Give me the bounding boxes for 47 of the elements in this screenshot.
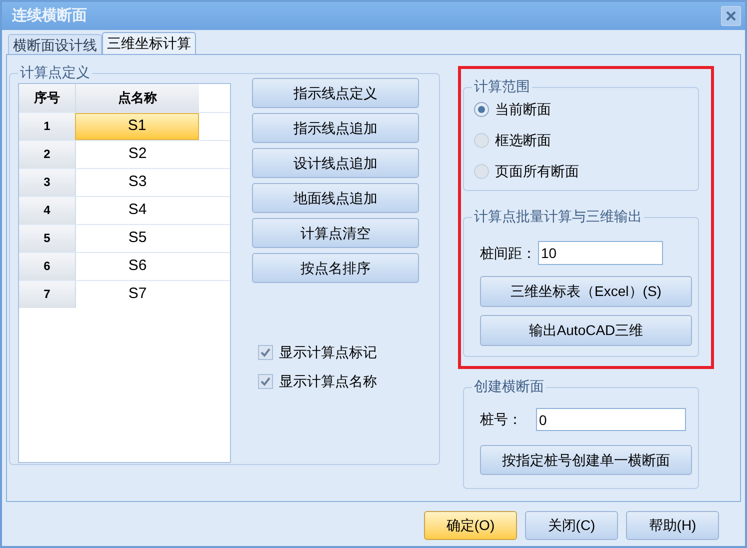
row-header: 2 — [19, 141, 75, 168]
tab[interactable]: 横断面设计线 — [8, 34, 102, 54]
action-button[interactable]: 按指定桩号创建单一横断面 — [480, 445, 692, 475]
checkbox[interactable] — [258, 345, 273, 360]
action-button[interactable]: 计算点清空 — [252, 218, 419, 248]
close-button[interactable] — [721, 6, 741, 26]
checkbox-label: 显示计算点名称 — [279, 372, 377, 391]
action-button[interactable]: 地面线点追加 — [252, 183, 419, 213]
row-header: 6 — [19, 253, 75, 280]
row-header: 7 — [19, 281, 75, 308]
close-icon — [726, 11, 736, 21]
action-button[interactable]: 输出AutoCAD三维 — [480, 315, 692, 346]
tab[interactable]: 三维坐标计算 — [102, 32, 196, 54]
row-header: 3 — [19, 169, 75, 196]
radio-label: 页面所有断面 — [495, 162, 579, 180]
table-cell[interactable]: S1 — [75, 113, 199, 140]
field-label: 桩间距： — [480, 244, 537, 262]
row-header: 4 — [19, 197, 75, 224]
action-button[interactable]: 设计线点追加 — [252, 148, 419, 178]
input-field[interactable]: 0 — [536, 408, 686, 431]
radio-button[interactable] — [474, 102, 489, 116]
column-header: 点名称 — [75, 84, 199, 112]
group-title: 计算范围 — [472, 77, 532, 95]
group-title: 计算点批量计算与三维输出 — [472, 207, 644, 225]
column-header: 序号 — [19, 84, 75, 112]
field-label: 桩号： — [480, 410, 523, 429]
dialog-button[interactable]: 确定(O) — [424, 511, 517, 540]
action-button[interactable]: 指示线点追加 — [252, 113, 419, 143]
dialog-button[interactable]: 关闭(C) — [525, 511, 618, 540]
input-field[interactable]: 10 — [538, 241, 663, 265]
check-icon — [260, 376, 271, 387]
action-button[interactable]: 指示线点定义 — [252, 78, 419, 108]
action-button[interactable]: 三维坐标表（Excel）(S) — [480, 276, 692, 307]
row-header: 5 — [19, 225, 75, 252]
radio-button[interactable] — [474, 132, 489, 148]
radio-label: 当前断面 — [495, 100, 551, 118]
row-header: 1 — [19, 113, 75, 140]
checkbox-label: 显示计算点标记 — [279, 343, 377, 362]
checkbox[interactable] — [258, 374, 273, 389]
group-title: 计算点定义 — [18, 63, 92, 81]
window-title: 连续横断面 — [12, 6, 87, 26]
radio-label: 框选断面 — [495, 130, 551, 150]
group-title: 创建横断面 — [472, 377, 546, 395]
check-icon — [260, 347, 271, 358]
action-button[interactable]: 按点名排序 — [252, 253, 419, 283]
radio-button[interactable] — [474, 164, 489, 178]
dialog-button[interactable]: 帮助(H) — [626, 511, 719, 540]
